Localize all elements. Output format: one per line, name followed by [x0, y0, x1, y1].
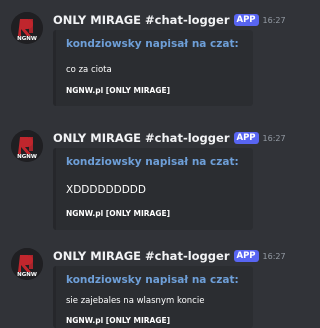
message-embed: kondziowsky napisał na czat: sie zajebal… [53, 266, 253, 328]
timestamp[interactable]: 16:27 [263, 16, 286, 25]
bot-avatar[interactable]: NGNW [11, 248, 43, 280]
message-header: ONLY MIRAGE #chat-logger APP 16:27 [53, 12, 286, 28]
timestamp[interactable]: 16:27 [263, 252, 286, 261]
message-embed: kondziowsky napisał na czat: co za ciota… [53, 30, 253, 106]
embed-footer: NGNW.pl [ONLY MIRAGE] [66, 209, 171, 218]
app-badge: APP [233, 14, 259, 26]
author-name[interactable]: ONLY MIRAGE #chat-logger [53, 249, 230, 263]
chat-message: NGNW ONLY MIRAGE #chat-logger APP 16:27 … [0, 248, 286, 328]
embed-description: co za ciota [66, 65, 112, 75]
message-embed: kondziowsky napisał na czat: XDDDDDDDDD … [53, 148, 253, 230]
embed-title: kondziowsky napisał na czat: [66, 156, 239, 168]
chat-message: NGNW ONLY MIRAGE #chat-logger APP 16:27 … [0, 12, 286, 110]
avatar-logo-text: NGNW [17, 154, 37, 160]
timestamp[interactable]: 16:27 [263, 134, 286, 143]
embed-title: kondziowsky napisał na czat: [66, 274, 239, 286]
author-name[interactable]: ONLY MIRAGE #chat-logger [53, 13, 230, 27]
embed-footer: NGNW.pl [ONLY MIRAGE] [66, 316, 171, 325]
avatar-logo-text: NGNW [17, 36, 37, 42]
message-header: ONLY MIRAGE #chat-logger APP 16:27 [53, 248, 286, 264]
embed-description: sie zajebales na wlasnym koncie [66, 296, 205, 306]
embed-title: kondziowsky napisał na czat: [66, 38, 239, 50]
embed-description: XDDDDDDDDD [66, 184, 146, 196]
chat-message: NGNW ONLY MIRAGE #chat-logger APP 16:27 … [0, 130, 286, 230]
app-badge: APP [233, 250, 259, 262]
bot-avatar[interactable]: NGNW [11, 12, 43, 44]
bot-avatar[interactable]: NGNW [11, 130, 43, 162]
message-header: ONLY MIRAGE #chat-logger APP 16:27 [53, 130, 286, 146]
author-name[interactable]: ONLY MIRAGE #chat-logger [53, 131, 230, 145]
embed-footer: NGNW.pl [ONLY MIRAGE] [66, 86, 171, 95]
avatar-logo-text: NGNW [17, 272, 37, 278]
app-badge: APP [233, 132, 259, 144]
